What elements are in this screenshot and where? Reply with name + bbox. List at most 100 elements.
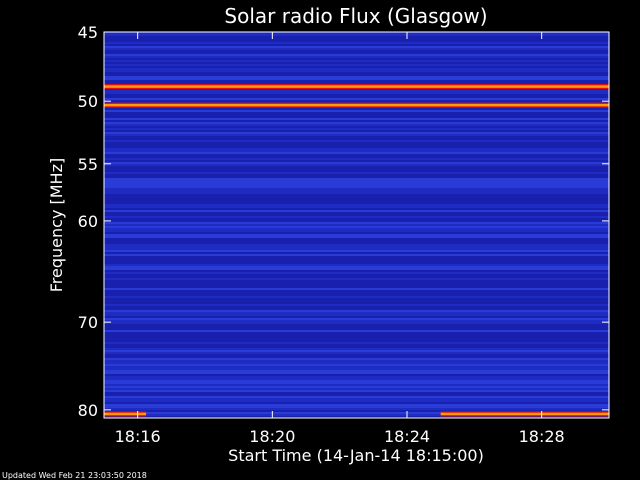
spectro-row [104, 52, 609, 54]
spectro-row [104, 246, 609, 248]
spectro-row [104, 234, 609, 236]
spectro-row [104, 82, 609, 84]
spectro-row [104, 62, 609, 64]
spectro-row [104, 362, 609, 364]
spectro-row [104, 172, 609, 174]
spectro-row [104, 308, 609, 310]
spectro-row [104, 90, 609, 92]
spectro-row [104, 270, 609, 272]
spectro-row [104, 36, 609, 38]
spectro-row [104, 264, 609, 266]
band-core [104, 103, 609, 107]
spectro-row [104, 260, 609, 262]
spectro-row [104, 54, 609, 56]
spectro-row [104, 338, 609, 340]
spectro-row [104, 204, 609, 206]
spectro-row [104, 350, 609, 352]
spectro-row [104, 378, 609, 380]
spectrogram-rows [104, 32, 609, 418]
spectrogram-chart: Solar radio Flux (Glasgow) 455055607080 … [2, 4, 610, 480]
spectro-row [104, 210, 609, 212]
x-tick-label: 18:20 [249, 427, 295, 446]
spectro-row [104, 254, 609, 256]
spectro-row [104, 388, 609, 390]
spectro-row [104, 250, 609, 252]
spectro-row [104, 142, 609, 144]
spectro-row [104, 126, 609, 128]
spectro-row [104, 358, 609, 360]
spectro-row [104, 124, 609, 126]
spectro-row [104, 288, 609, 290]
spectro-row [104, 132, 609, 134]
spectro-row [104, 372, 609, 374]
spectro-row [104, 42, 609, 44]
spectro-row [104, 202, 609, 204]
spectro-row [104, 348, 609, 350]
spectro-row [104, 386, 609, 388]
spectro-row [104, 320, 609, 322]
spectro-row [104, 198, 609, 200]
x-tick-label: 18:28 [519, 427, 565, 446]
spectro-row [104, 360, 609, 362]
spectro-row [104, 38, 609, 40]
spectro-row [104, 322, 609, 324]
spectro-row [104, 224, 609, 226]
spectro-row [104, 46, 609, 48]
spectro-row [104, 152, 609, 154]
spectro-row [104, 208, 609, 210]
spectro-row [104, 396, 609, 398]
spectro-row [104, 354, 609, 356]
spectro-row [104, 122, 609, 124]
spectro-row [104, 232, 609, 234]
spectro-row [104, 220, 609, 222]
x-tick-label: 18:24 [384, 427, 430, 446]
y-axis-label: Frequency [MHz] [47, 158, 66, 292]
spectro-row [104, 180, 609, 182]
spectro-row [104, 402, 609, 404]
spectro-row [104, 274, 609, 276]
spectro-row [104, 294, 609, 296]
spectro-row [104, 404, 609, 406]
spectro-row [104, 156, 609, 158]
spectro-row [104, 64, 609, 66]
spectro-row [104, 292, 609, 294]
spectro-row [104, 332, 609, 334]
spectro-row [104, 302, 609, 304]
spectro-row [104, 148, 609, 150]
spectro-row [104, 136, 609, 138]
spectro-row [104, 310, 609, 312]
spectro-row [104, 144, 609, 146]
spectro-row [104, 298, 609, 300]
spectro-row [104, 408, 609, 410]
spectro-row [104, 330, 609, 332]
spectro-row [104, 296, 609, 298]
spectro-row [104, 182, 609, 184]
spectro-row [104, 226, 609, 228]
x-tick-label: 18:16 [115, 427, 161, 446]
spectro-row [104, 284, 609, 286]
spectro-row [104, 304, 609, 306]
spectro-row [104, 236, 609, 238]
spectro-row [104, 100, 609, 102]
spectro-row [104, 376, 609, 378]
spectro-row [104, 74, 609, 76]
spectro-row [104, 44, 609, 46]
spectro-row [104, 314, 609, 316]
spectro-row [104, 164, 609, 166]
spectro-row [104, 222, 609, 224]
spectro-row [104, 48, 609, 50]
spectro-row [104, 110, 609, 112]
spectro-row [104, 238, 609, 240]
spectro-row [104, 184, 609, 186]
spectro-row [104, 116, 609, 118]
spectro-row [104, 280, 609, 282]
spectro-row [104, 382, 609, 384]
spectro-row [104, 60, 609, 62]
spectro-row [104, 214, 609, 216]
spectro-row [104, 400, 609, 402]
spectro-row [104, 170, 609, 172]
spectro-row [104, 168, 609, 170]
spectro-row [104, 80, 609, 82]
spectro-row [104, 194, 609, 196]
spectro-row [104, 56, 609, 58]
